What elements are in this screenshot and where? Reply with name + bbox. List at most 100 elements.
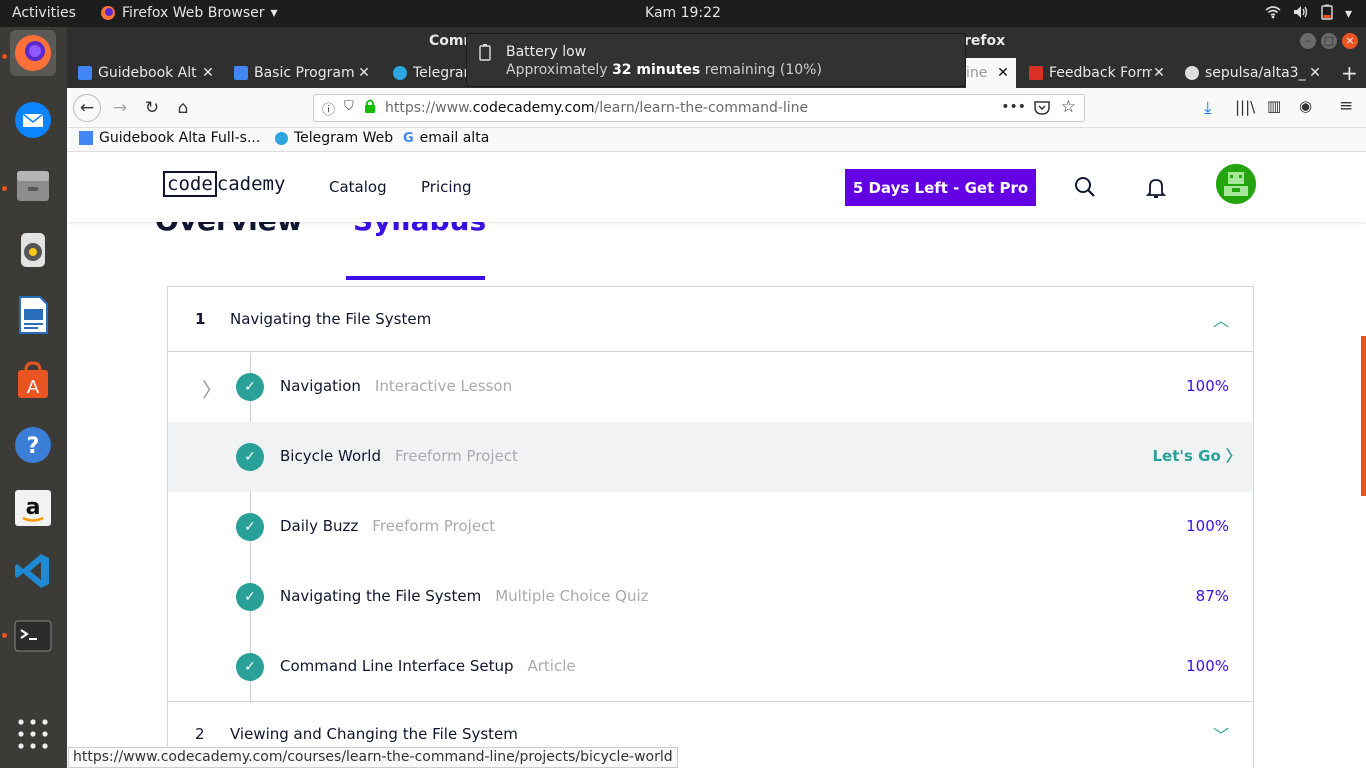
telegram-icon bbox=[275, 131, 288, 145]
back-button[interactable]: ← bbox=[73, 94, 101, 122]
bookmark-star-icon[interactable]: ☆ bbox=[1061, 97, 1076, 117]
dock-terminal[interactable] bbox=[10, 613, 56, 659]
page-actions-icon[interactable]: ••• bbox=[1001, 99, 1026, 115]
close-icon[interactable]: ✕ bbox=[1152, 65, 1166, 81]
tab-label: Feedback Form bbox=[1049, 65, 1152, 81]
lesson-row[interactable]: ✓ Bicycle World Freeform Project Let's Go… bbox=[168, 422, 1253, 492]
maximize-button[interactable]: □ bbox=[1321, 33, 1337, 49]
close-icon[interactable]: ✕ bbox=[357, 65, 371, 81]
svg-text:?: ? bbox=[27, 434, 40, 459]
tab-label: Basic Program bbox=[254, 65, 355, 81]
firefox-icon bbox=[15, 35, 51, 71]
tab-codecademy-active[interactable]: ine ✕ bbox=[966, 58, 1016, 88]
firefox-window: Comm refox – □ × Guidebook Alt ✕ Basic P… bbox=[67, 27, 1366, 768]
tab-basic-program[interactable]: Basic Program ✕ bbox=[226, 58, 377, 88]
chevron-up-icon: ︿ bbox=[1212, 311, 1229, 330]
lesson-row[interactable]: 〉 ✓ Navigation Interactive Lesson 100% bbox=[168, 352, 1253, 422]
tab-github[interactable]: sepulsa/alta3_ ✕ bbox=[1177, 58, 1328, 88]
dock-software-center[interactable]: A bbox=[10, 357, 56, 403]
docs-icon bbox=[78, 66, 92, 80]
downloads-icon[interactable]: ⤓ bbox=[1204, 98, 1212, 118]
tab-telegram[interactable]: Telegram bbox=[385, 58, 475, 88]
navigation-toolbar: ← → ↻ ⌂ ⓘ ⛉ https://www.codecademy.com/l… bbox=[67, 88, 1366, 128]
lets-go-link[interactable]: Let's Go 〉 bbox=[1152, 445, 1241, 466]
sidebar-icon[interactable]: ▥ bbox=[1267, 97, 1281, 115]
account-icon[interactable]: ◉ bbox=[1299, 97, 1312, 115]
dock-rhythmbox[interactable] bbox=[10, 227, 56, 273]
dock-show-apps[interactable] bbox=[10, 711, 56, 757]
tab-label: ine bbox=[966, 65, 988, 81]
bookmark-email[interactable]: G email alta bbox=[403, 130, 489, 146]
battery-notification[interactable]: Battery low Approximately 32 minutes rem… bbox=[466, 33, 966, 87]
page-content: code cademy Catalog Pricing 5 Days Left -… bbox=[67, 152, 1366, 768]
github-icon bbox=[1185, 66, 1199, 80]
volume-icon bbox=[1293, 5, 1309, 23]
firefox-icon bbox=[101, 6, 115, 20]
close-icon[interactable]: ✕ bbox=[996, 65, 1010, 81]
tab-guidebook[interactable]: Guidebook Alt ✕ bbox=[70, 58, 221, 88]
module-header[interactable]: 1 Navigating the File System ︿ bbox=[168, 287, 1253, 352]
dock-help[interactable]: ? bbox=[10, 422, 56, 468]
new-tab-button[interactable]: + bbox=[1333, 58, 1363, 88]
telegram-icon bbox=[393, 66, 407, 80]
dock: A ? a bbox=[0, 27, 67, 768]
system-tray[interactable]: ▾ bbox=[1265, 4, 1352, 24]
plus-icon: + bbox=[1341, 61, 1358, 85]
scrollbar-thumb[interactable] bbox=[1361, 336, 1366, 496]
close-icon[interactable]: ✕ bbox=[201, 65, 215, 81]
catalog-link[interactable]: Catalog bbox=[329, 178, 387, 196]
close-window-button[interactable]: × bbox=[1342, 33, 1358, 49]
minimize-button[interactable]: – bbox=[1300, 33, 1316, 49]
notification-body: Approximately 32 minutes remaining (10%) bbox=[506, 62, 822, 78]
get-pro-button[interactable]: 5 Days Left - Get Pro bbox=[845, 169, 1036, 206]
google-icon: G bbox=[403, 130, 414, 146]
lesson-title: Navigating the File System Multiple Choic… bbox=[280, 587, 649, 605]
chevron-right-icon[interactable]: 〉 bbox=[202, 374, 222, 403]
dock-thunderbird[interactable] bbox=[10, 97, 56, 143]
reload-button[interactable]: ↻ bbox=[138, 94, 166, 122]
pricing-link[interactable]: Pricing bbox=[421, 178, 472, 196]
bookmark-telegram[interactable]: Telegram Web bbox=[275, 130, 393, 146]
battery-warning-icon bbox=[1321, 4, 1333, 24]
activities-button[interactable]: Activities bbox=[12, 5, 76, 21]
search-icon[interactable] bbox=[1074, 176, 1096, 202]
lesson-row[interactable]: ✓ Command Line Interface Setup Article 10… bbox=[168, 632, 1253, 702]
forward-button[interactable]: → bbox=[106, 94, 134, 122]
tab-feedback-form[interactable]: Feedback Form ✕ bbox=[1021, 58, 1172, 88]
codecademy-logo[interactable]: code cademy bbox=[163, 171, 285, 197]
app-menu[interactable]: Firefox Web Browser ▾ bbox=[100, 5, 278, 21]
lesson-row[interactable]: ✓ Navigating the File System Multiple Cho… bbox=[168, 562, 1253, 632]
bookmark-label: Telegram Web bbox=[294, 130, 394, 146]
lesson-title: Navigation Interactive Lesson bbox=[280, 377, 513, 395]
amazon-icon: a bbox=[15, 490, 51, 526]
files-icon bbox=[17, 171, 49, 201]
bookmark-guidebook[interactable]: Guidebook Alta Full-s... bbox=[79, 130, 260, 146]
avatar[interactable] bbox=[1216, 164, 1256, 204]
svg-text:A: A bbox=[27, 377, 40, 398]
pixel-avatar-icon bbox=[1216, 164, 1256, 204]
check-icon: ✓ bbox=[236, 513, 264, 541]
close-icon[interactable]: ✕ bbox=[1308, 65, 1322, 81]
dock-libreoffice-writer[interactable] bbox=[10, 292, 56, 338]
clock[interactable]: Kam 19:22 bbox=[645, 5, 721, 21]
bell-icon[interactable] bbox=[1145, 177, 1167, 203]
info-icon[interactable]: ⓘ bbox=[322, 99, 335, 118]
lesson-title: Bicycle World Freeform Project bbox=[280, 447, 518, 465]
library-icon[interactable]: |||\ bbox=[1235, 98, 1255, 116]
lesson-progress: 100% bbox=[1186, 377, 1229, 395]
lesson-row[interactable]: ✓ Daily Buzz Freeform Project 100% bbox=[168, 492, 1253, 562]
dock-files[interactable] bbox=[10, 162, 56, 208]
url-bar[interactable]: ⓘ ⛉ https://www.codecademy.com/learn/lea… bbox=[313, 94, 1085, 122]
dock-vscode[interactable] bbox=[10, 548, 56, 594]
shield-icon[interactable]: ⛉ bbox=[344, 99, 354, 114]
chevron-down-icon: ▾ bbox=[270, 5, 278, 21]
lock-icon[interactable] bbox=[364, 98, 376, 118]
dock-firefox[interactable] bbox=[10, 30, 56, 76]
home-button[interactable]: ⌂ bbox=[169, 94, 197, 122]
url-text: https://www.codecademy.com/learn/learn-t… bbox=[385, 100, 809, 116]
dock-amazon[interactable]: a bbox=[10, 485, 56, 531]
hamburger-menu-icon[interactable]: ≡ bbox=[1339, 96, 1353, 116]
module-title: Viewing and Changing the File System bbox=[230, 725, 518, 743]
pocket-icon[interactable] bbox=[1034, 100, 1050, 119]
gmail-icon bbox=[1029, 66, 1043, 80]
